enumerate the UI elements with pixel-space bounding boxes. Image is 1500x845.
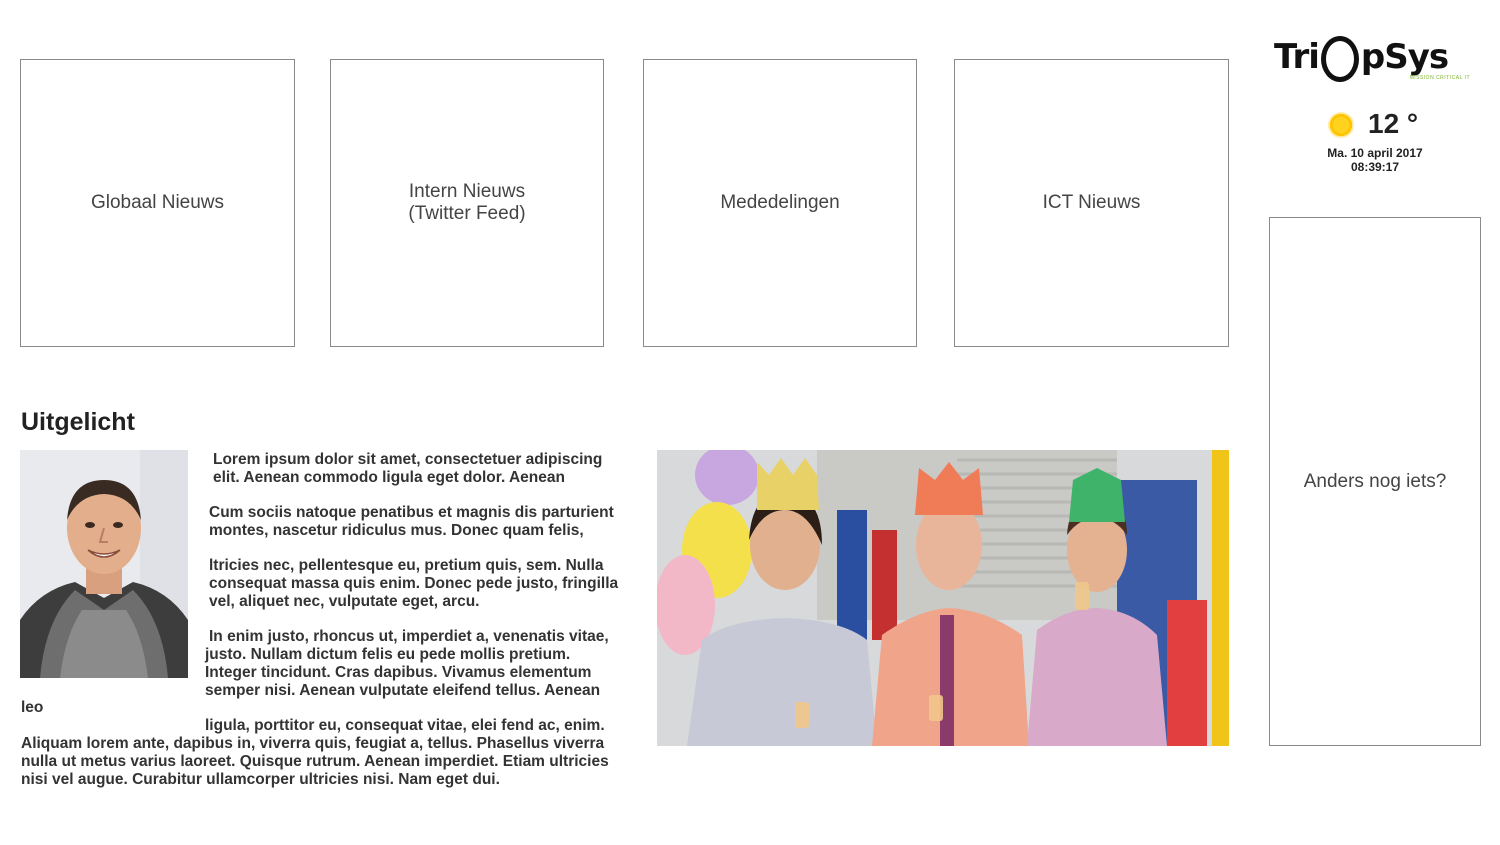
clock-time: 08:39:17 <box>1350 160 1400 174</box>
article-line: montes, nascetur ridiculus mus. Donec qu… <box>209 522 584 539</box>
tile-internal-news-label: Intern Nieuws <box>408 181 526 202</box>
tile-ict-news-label: ICT Nieuws <box>1042 192 1141 213</box>
tile-internal-news[interactable]: Intern Nieuws (Twitter Feed) <box>330 59 604 347</box>
tile-other-label: Anders nog iets? <box>1303 471 1447 492</box>
tile-internal-news-sublabel: (Twitter Feed) <box>408 203 526 224</box>
tile-ict-news[interactable]: ICT Nieuws <box>954 59 1229 347</box>
tile-global-news-label: Globaal Nieuws <box>90 192 225 213</box>
featured-party-photo <box>657 450 1229 746</box>
article-line: ltricies nec, pellentesque eu, pretium q… <box>209 557 604 574</box>
article-line: nisi vel augue. Curabitur ullamcorper ul… <box>21 771 500 788</box>
article-line: Lorem ipsum dolor sit amet, consectetuer… <box>213 451 603 468</box>
tile-announcements-label: Mededelingen <box>720 192 840 213</box>
article-line: consequat massa quis enim. Donec pede ju… <box>209 575 619 592</box>
article-line: Integer tincidunt. Cras dapibus. Vivamus… <box>205 664 592 681</box>
logo-o-ring <box>1320 36 1359 82</box>
article-line: justo. Nullam dictum felis eu pede molli… <box>205 646 571 663</box>
article-line: leo <box>21 699 44 716</box>
sun-icon <box>1328 112 1354 138</box>
tile-global-news[interactable]: Globaal Nieuws <box>20 59 295 347</box>
article-line: Aliquam lorem ante, dapibus in, viverra … <box>21 735 605 752</box>
article-line: vel, aliquet nec, vulputate eget, arcu. <box>209 593 480 610</box>
logo-text-right: pSys <box>1360 37 1449 77</box>
article-line: semper nisi. Aenean vulputate eleifend t… <box>205 682 601 699</box>
company-logo: Tri pSys MISSION CRITICAL IT <box>1274 26 1474 84</box>
article-line: nulla ut metus varius laoreet. Quisque r… <box>21 753 609 770</box>
article-line: Cum sociis natoque penatibus et magnis d… <box>209 504 614 521</box>
article-line: ligula, porttitor eu, consequat vitae, e… <box>205 717 605 734</box>
tile-other[interactable]: Anders nog iets? <box>1269 217 1481 746</box>
article-line: elit. Aenean commodo ligula eget dolor. … <box>213 469 565 486</box>
article-line: In enim justo, rhoncus ut, imperdiet a, … <box>209 628 609 645</box>
logo-text-left: Tri <box>1274 37 1320 77</box>
temperature: 12 ° <box>1368 108 1419 139</box>
tile-announcements[interactable]: Mededelingen <box>643 59 917 347</box>
date-label: Ma. 10 april 2017 <box>1327 146 1423 160</box>
logo-tagline: MISSION CRITICAL IT <box>1409 75 1470 81</box>
featured-heading: Uitgelicht <box>21 408 135 436</box>
featured-person-photo <box>20 450 188 678</box>
